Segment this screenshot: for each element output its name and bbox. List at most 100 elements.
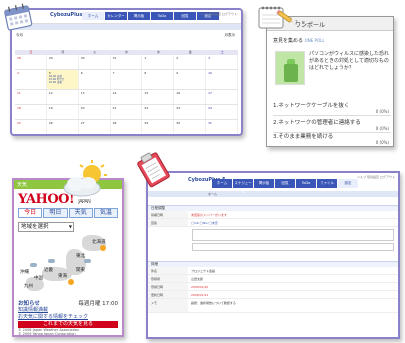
day-cell[interactable]: 16 — [174, 90, 207, 104]
row-key: 回答 — [148, 219, 188, 226]
row-key: メモ — [148, 299, 188, 312]
day-cell[interactable]: 24 — [206, 105, 238, 119]
day-cell[interactable]: 13 — [79, 90, 111, 104]
menu-settings[interactable]: 設定 — [338, 179, 358, 188]
day-cell[interactable]: 19 — [47, 105, 79, 119]
row-value: 2009/01/21 — [191, 293, 209, 297]
map-city[interactable]: 中国 — [34, 275, 43, 281]
form-row: メモ 議題：進捗報告について確認する — [148, 299, 398, 313]
day-cell[interactable]: 30 — [174, 120, 207, 134]
memo-input[interactable] — [192, 243, 394, 251]
menu-circular[interactable]: 回覧 — [275, 179, 295, 188]
day-cell[interactable]: 23 — [174, 105, 207, 119]
menu-schedule[interactable]: スケジュール — [233, 179, 253, 194]
map-city[interactable]: 近畿 — [44, 267, 53, 273]
day-cell[interactable]: 7 — [111, 70, 143, 89]
week-row: 25 26 27 28 29 30 31 — [15, 120, 238, 134]
poll-heading-suffix: ONE POLL — [304, 38, 325, 43]
calendar-window: CybozuPlus 5 ホーム カレンダー 掲示板 ToDo 回覧 設定 ヘル… — [10, 8, 243, 136]
poll-option-count: 0 (0%) — [375, 140, 389, 145]
tab-today[interactable]: 今日 — [18, 208, 43, 218]
form-utility-links[interactable]: ヘルプ 環境設定 ログアウト — [357, 175, 395, 179]
poll-option[interactable]: 1.ネットワークケーブルを抜く 0 (0%) — [273, 100, 391, 116]
day-cell[interactable]: 15 — [142, 90, 175, 104]
day-cell[interactable]: 21 — [111, 105, 143, 119]
day-cell[interactable]: 8 — [142, 70, 175, 89]
day-cell[interactable]: 22 — [142, 105, 175, 119]
today-button[interactable]: 今月 — [16, 33, 23, 38]
news-time: 毎週月曜 17:00 — [78, 301, 118, 307]
map-city[interactable]: 沖縄 — [20, 269, 29, 275]
weather-link-banner[interactable]: これまでの天気を見る — [18, 321, 118, 328]
map-city[interactable]: 九州 — [24, 283, 33, 289]
menu-todo[interactable]: ToDo — [151, 12, 173, 20]
weather-title: 天気 — [17, 182, 28, 188]
view-toggle[interactable]: 月表示 — [225, 33, 236, 38]
day-cell[interactable]: 4 — [15, 70, 47, 89]
weather-window: 天気 YAHOO! JAPAN 今日 明日 天気 気温 地域を選択 北海道 東北… — [12, 178, 124, 337]
day-cell[interactable]: 29 — [142, 120, 175, 134]
week-row: 18 19 20 21 22 23 24 — [15, 105, 238, 120]
day-cell[interactable]: 27 — [79, 120, 111, 134]
menu-files[interactable]: ファイル — [317, 179, 337, 188]
row-value: 山田太郎 — [191, 277, 204, 281]
form-row: 件名 プロジェクト会議 — [148, 267, 398, 275]
day-cell[interactable]: 25 — [15, 120, 47, 134]
menu-home[interactable]: ホーム — [82, 12, 104, 20]
menu-todo[interactable]: ToDo — [296, 179, 316, 188]
weather-link[interactable]: 知識情報満載 — [18, 307, 118, 314]
menu-calendar[interactable]: カレンダー — [105, 12, 127, 20]
weather-body: YAHOO! JAPAN 今日 明日 天気 気温 地域を選択 北海道 東北 関東… — [18, 192, 118, 335]
weather-copyright: © 2009 Yahoo Japan Corporation — [18, 332, 76, 336]
day-cell[interactable]: 31 — [206, 120, 238, 134]
day-cell[interactable]: 31 — [111, 55, 143, 69]
day-cell[interactable]: 3 — [206, 55, 238, 69]
tab-weather[interactable]: 天気 — [68, 208, 93, 218]
day-cell[interactable]: 6 — [79, 70, 111, 89]
day-cell[interactable]: 1 — [142, 55, 175, 69]
day-cell[interactable]: 20 — [79, 105, 111, 119]
cloud-icon — [30, 263, 37, 267]
day-cell[interactable]: 29 — [47, 55, 79, 69]
sun-cloud-icon — [58, 160, 110, 200]
day-cell[interactable]: 2 — [174, 55, 207, 69]
weather-link[interactable]: お天気に関する情報をチェック — [18, 314, 118, 321]
poll-option-label[interactable]: 1.ネットワークケーブルを抜く — [273, 101, 349, 109]
poll-option[interactable]: 3.そのまま業務を続ける 0 (0%) — [273, 131, 391, 146]
day-cell[interactable]: 11 — [15, 90, 47, 104]
poll-window-buttons[interactable]: ? ✕ — [295, 20, 389, 26]
day-cell[interactable]: 12 — [47, 90, 79, 104]
calendar-utility-links[interactable]: ヘルプ 環境設定 ログアウト — [199, 12, 237, 16]
row-key: 件名 — [148, 267, 188, 274]
tab-temperature[interactable]: 気温 — [93, 208, 118, 218]
day-cell[interactable]: 18 — [15, 105, 47, 119]
day-cell[interactable]: 26 — [47, 120, 79, 134]
map-city[interactable]: 東北 — [76, 253, 85, 259]
sun-icon — [68, 279, 74, 285]
day-cell[interactable]: 10 — [206, 70, 238, 89]
map-city[interactable]: 関東 — [76, 267, 85, 273]
poll-option-label[interactable]: 2.ネットワークの管理者に連絡する — [273, 118, 361, 126]
menu-board[interactable]: 掲示板 — [128, 12, 150, 20]
day-cell[interactable]: 30 — [79, 55, 111, 69]
row-value: 2009/01/20 — [191, 285, 209, 289]
day-cell[interactable]: 9 — [174, 70, 207, 89]
menu-home[interactable]: ホーム — [212, 179, 232, 188]
poll-option-label[interactable]: 3.そのまま業務を続ける — [273, 132, 333, 140]
map-city[interactable]: 東海 — [58, 273, 67, 279]
comment-textarea[interactable] — [192, 229, 394, 241]
event-link[interactable]: 15:00 来客 — [49, 81, 62, 84]
day-cell[interactable]: 28 — [111, 120, 143, 134]
menu-circular[interactable]: 回覧 — [174, 12, 196, 20]
region-select[interactable]: 地域を選択 — [18, 222, 74, 232]
day-cell[interactable]: 17 — [206, 90, 238, 104]
notepad-pencil-icon — [256, 2, 294, 32]
day-cell-today[interactable]: 5 10:00 会議 13:00 打合せ 15:00 来客 — [46, 70, 79, 89]
menu-board[interactable]: 掲示板 — [254, 179, 274, 188]
row-key: 更新日時 — [148, 291, 188, 298]
tab-tomorrow[interactable]: 明日 — [43, 208, 68, 218]
day-cell[interactable]: 14 — [111, 90, 143, 104]
answer-radio-group[interactable]: ◯OK ◯NG ◯未定 — [188, 219, 398, 226]
day-cell[interactable]: 28 — [15, 55, 47, 69]
